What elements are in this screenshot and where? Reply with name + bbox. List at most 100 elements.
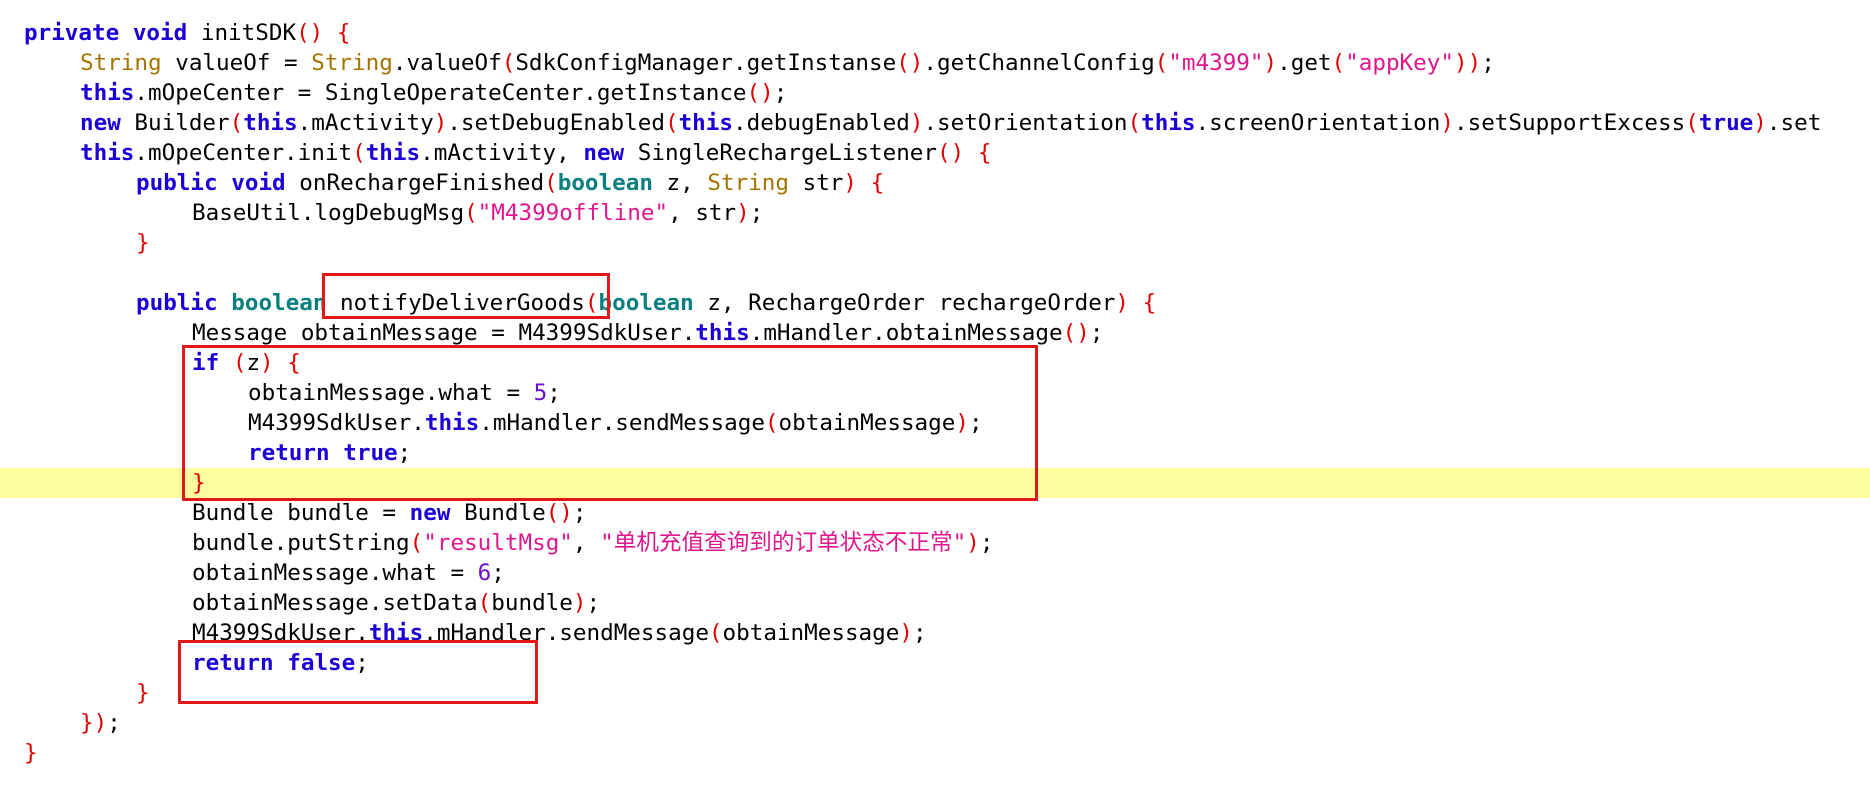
code-line[interactable]: if (z) { [0,348,1870,378]
code-token: .mOpeCenter = SingleOperateCenter.getIns… [134,80,747,106]
code-token: boolean [557,170,653,196]
code-token: { [1142,290,1157,316]
code-token: , [572,530,601,556]
code-line[interactable]: M4399SdkUser.this.mHandler.sendMessage(o… [0,408,1870,438]
code-token: ; [749,200,764,226]
code-line[interactable]: public boolean notifyDeliverGoods(boolea… [0,288,1870,318]
code-token: ; [773,80,788,106]
code-token: .mActivity [297,110,434,136]
code-line[interactable]: Bundle bundle = new Bundle(); [0,498,1870,528]
code-token: () [1062,320,1090,346]
code-token: this [695,320,750,346]
code-line[interactable]: obtainMessage.setData(bundle); [0,588,1870,618]
code-token: notifyDeliverGoods [326,290,585,316]
code-line[interactable]: } [0,228,1870,258]
code-token: this [80,80,135,106]
code-token: this [1141,110,1196,136]
code-line[interactable]: return false; [0,648,1870,678]
code-token: Builder [120,110,230,136]
code-token: }) [80,710,108,736]
code-line[interactable]: private void initSDK() { [0,18,1870,48]
code-line[interactable]: new Builder(this.mActivity).setDebugEnab… [0,108,1870,138]
code-line[interactable]: }); [0,708,1870,738]
code-token: this [678,110,733,136]
code-line[interactable]: bundle.putString("resultMsg", "单机充值查询到的订… [0,528,1870,558]
code-token: ) [966,530,980,556]
code-token: boolean [598,290,694,316]
code-token: ; [491,560,505,586]
code-token: ( [352,140,366,166]
code-token: void [132,20,188,46]
code-token: ) [955,410,969,436]
code-editor[interactable]: private void initSDK() {String valueOf =… [0,18,1870,768]
code-token: Message obtainMessage = M4399SdkUser. [192,320,696,346]
code-line[interactable]: Message obtainMessage = M4399SdkUser.thi… [0,318,1870,348]
code-token: z, RechargeOrder rechargeOrder [693,290,1116,316]
code-token: ( [409,530,424,556]
code-line[interactable]: obtainMessage.what = 6; [0,558,1870,588]
code-token: ; [1089,320,1104,346]
code-token: if [192,350,220,376]
code-token: SdkConfigManager.getInstanse [515,50,897,76]
code-line[interactable]: public void onRechargeFinished(boolean z… [0,168,1870,198]
code-token: ( [229,110,244,136]
code-line[interactable]: } [0,738,1870,768]
code-line[interactable]: } [0,468,1870,498]
code-token: true [343,440,398,466]
code-token: )) [1453,50,1482,76]
code-line[interactable] [0,258,1870,288]
code-token: ) [1440,110,1454,136]
code-token: Bundle [450,500,546,526]
code-token: ( [464,200,478,226]
code-token: .mHandler.obtainMessage [749,320,1063,346]
code-token: String [80,50,162,76]
code-line[interactable]: } [0,678,1870,708]
code-token: } [136,680,150,706]
code-line[interactable]: BaseUtil.logDebugMsg("M4399offline", str… [0,198,1870,228]
code-line[interactable]: M4399SdkUser.this.mHandler.sendMessage(o… [0,618,1870,648]
code-token: { [870,170,885,196]
code-token: ( [1685,110,1699,136]
code-token: ) [736,200,750,226]
code-token: { [287,350,301,376]
code-token: 5 [533,380,548,406]
code-token: { [336,20,351,46]
code-token: Bundle bundle = [192,500,410,526]
code-token: obtainMessage [722,620,900,646]
code-token: ) [899,620,913,646]
code-token: public [136,290,218,316]
code-token: ( [1331,50,1346,76]
code-token: true [1698,110,1754,136]
code-token: str [788,170,844,196]
code-line[interactable]: obtainMessage.what = 5; [0,378,1870,408]
code-token: } [136,230,150,256]
code-token: .setOrientation [923,110,1128,136]
code-token: "resultMsg" [423,530,573,556]
code-token: ( [764,410,779,436]
code-token: String [707,170,789,196]
code-token: ) [433,110,448,136]
code-line[interactable]: this.mOpeCenter.init(this.mActivity, new… [0,138,1870,168]
code-token: obtainMessage [778,410,956,436]
code-token: .get [1277,50,1332,76]
code-token: ( [1154,50,1169,76]
code-token: ; [586,590,601,616]
code-line[interactable]: String valueOf = String.valueOf(SdkConfi… [0,48,1870,78]
code-token: ) [909,110,924,136]
code-line[interactable]: return true; [0,438,1870,468]
code-token: new [583,140,625,166]
code-token: ; [912,620,927,646]
code-token: this [80,140,135,166]
code-token: BaseUtil.logDebugMsg [192,200,465,226]
code-token: SingleRechargeListener [624,140,938,166]
code-token: ; [979,530,994,556]
code-token: .set [1766,110,1822,136]
code-token: .getChannelConfig [923,50,1155,76]
code-token: String [311,50,393,76]
code-line[interactable]: this.mOpeCenter = SingleOperateCenter.ge… [0,78,1870,108]
